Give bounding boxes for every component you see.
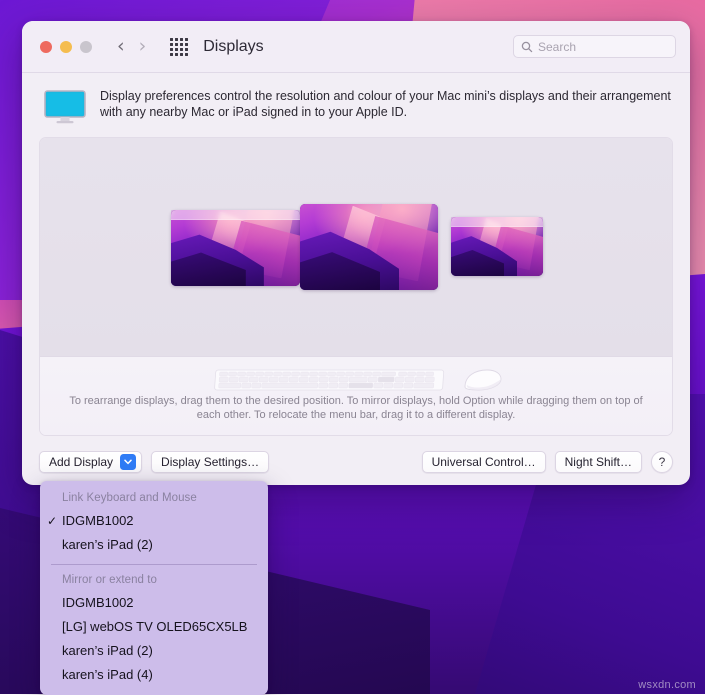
display-thumbnail-2[interactable] <box>300 204 438 290</box>
grid-dot <box>175 52 179 56</box>
wallpaper-preview <box>300 204 438 290</box>
close-button[interactable] <box>40 40 52 53</box>
grid-dot <box>170 52 174 56</box>
wallpaper-preview <box>171 210 300 286</box>
zoom-button[interactable] <box>80 40 92 53</box>
grid-dot <box>170 42 174 46</box>
menu-item-label: [LG] webOS TV OLED65CX5LB <box>62 619 248 634</box>
grid-dot <box>170 47 174 51</box>
traffic-light-group <box>40 40 92 53</box>
grid-dot <box>185 52 189 56</box>
grid-dot <box>170 37 174 41</box>
menu-item-label: karen’s iPad (2) <box>62 643 153 658</box>
input-devices-illustration <box>40 368 672 394</box>
display-arrangement-canvas[interactable] <box>40 138 672 357</box>
intro-banner: Display preferences control the resoluti… <box>39 88 673 124</box>
arrangement-hint-text: To rearrange displays, drag them to the … <box>69 395 643 421</box>
menu-bar-strip[interactable] <box>171 210 300 220</box>
forward-chevron-icon[interactable]: › <box>139 37 147 56</box>
menu-item-label: karen’s iPad (2) <box>62 537 153 552</box>
page-title: Displays <box>203 37 264 55</box>
menu-item-mirror-karens-ipad-2[interactable]: karen’s iPad (2) <box>40 639 268 663</box>
menu-item-label: karen’s iPad (4) <box>62 667 153 682</box>
menu-item-label: IDGMB1002 <box>62 513 134 528</box>
display-thumbnail-1[interactable] <box>171 210 300 286</box>
night-shift-label: Night Shift… <box>564 455 632 469</box>
menu-section-header-mirror: Mirror or extend to <box>62 574 157 586</box>
grid-dot <box>185 47 189 51</box>
search-icon <box>521 41 533 52</box>
menu-item-mirror-idgmb1002[interactable]: IDGMB1002 <box>40 591 268 615</box>
display-settings-label: Display Settings… <box>161 455 260 469</box>
window-body: Display preferences control the resoluti… <box>22 73 690 439</box>
window-titlebar: ‹ › Displays <box>22 21 690 73</box>
intro-text: Display preferences control the resoluti… <box>100 89 671 119</box>
arrangement-panel: To rearrange displays, drag them to the … <box>39 137 673 436</box>
grid-dot <box>185 42 189 46</box>
universal-control-label: Universal Control… <box>431 455 536 469</box>
grid-dot <box>180 37 184 41</box>
navigation-arrows: ‹ › <box>117 37 146 56</box>
display-icon <box>44 90 86 124</box>
menu-bar-strip[interactable] <box>451 217 543 227</box>
add-display-dropdown-menu[interactable]: Link Keyboard and Mouse ✓ IDGMB1002 kare… <box>40 481 268 695</box>
input-devices-area: To rearrange displays, drag them to the … <box>40 357 672 435</box>
chevron-down-icon[interactable] <box>120 454 137 470</box>
grid-dot <box>180 47 184 51</box>
displays-preferences-window: ‹ › Displays Display pr <box>22 21 690 485</box>
grid-dot <box>180 52 184 56</box>
universal-control-button[interactable]: Universal Control… <box>421 451 546 473</box>
menu-item-mirror-karens-ipad-4[interactable]: karen’s iPad (4) <box>40 663 268 687</box>
checkmark-icon: ✓ <box>47 514 58 528</box>
night-shift-button[interactable]: Night Shift… <box>554 451 642 473</box>
grid-dot <box>175 42 179 46</box>
grid-dot <box>175 47 179 51</box>
search-field[interactable] <box>513 35 676 58</box>
menu-item-link-idgmb1002[interactable]: ✓ IDGMB1002 <box>40 509 268 533</box>
menu-item-mirror-lg-webos-tv[interactable]: [LG] webOS TV OLED65CX5LB <box>40 615 268 639</box>
menu-separator <box>51 564 257 565</box>
add-display-button[interactable]: Add Display <box>39 451 143 473</box>
grid-dot <box>175 37 179 41</box>
display-settings-button[interactable]: Display Settings… <box>151 451 270 473</box>
menu-item-label: IDGMB1002 <box>62 595 134 610</box>
window-button-row: Add Display Display Settings… Universal … <box>22 439 690 485</box>
grid-dot <box>185 37 189 41</box>
back-chevron-icon[interactable]: ‹ <box>117 37 125 56</box>
minimize-button[interactable] <box>60 40 72 53</box>
show-all-grid-icon[interactable] <box>170 37 189 56</box>
grid-dot <box>180 42 184 46</box>
mouse-icon <box>464 369 501 391</box>
help-button[interactable]: ? <box>651 451 673 473</box>
menu-item-link-karens-ipad-2[interactable]: karen’s iPad (2) <box>40 533 268 557</box>
keyboard-icon <box>213 369 444 391</box>
display-thumbnail-3[interactable] <box>451 217 543 276</box>
menu-section-header-link: Link Keyboard and Mouse <box>62 492 197 504</box>
watermark: wsxdn.com <box>638 679 696 691</box>
chevron-down-glyph <box>124 459 132 465</box>
search-input[interactable] <box>538 39 668 54</box>
add-display-label: Add Display <box>49 455 114 469</box>
help-label: ? <box>658 455 666 469</box>
